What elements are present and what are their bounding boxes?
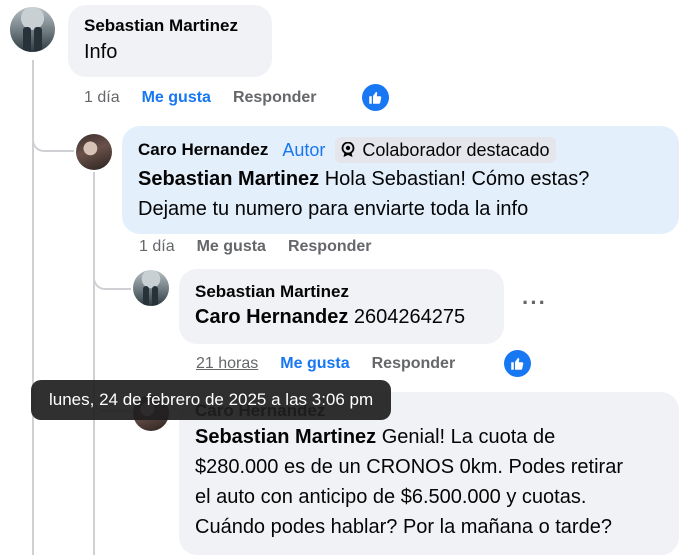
comment-text-line: Genial! La cuota de — [376, 426, 556, 448]
mention-link[interactable]: Caro Hernandez — [195, 306, 348, 328]
comment-bubble: Sebastian Martinez Caro Hernandez 260426… — [179, 269, 504, 344]
avatar[interactable] — [10, 7, 55, 52]
author-tag: Autor — [282, 140, 326, 160]
avatar-figure — [152, 286, 158, 306]
more-options-button[interactable]: ··· — [522, 290, 547, 316]
comment-text-line: Dejame tu numero para enviarte toda la i… — [138, 198, 529, 220]
comment-actions: 21 horas Me gusta Responder — [196, 355, 477, 373]
like-button[interactable]: Me gusta — [142, 89, 211, 107]
comment-text-value: 2604264275 — [348, 306, 466, 328]
badge-label: Colaborador destacado — [362, 140, 550, 160]
comment-text: Caro Hernandez 2604264275 — [195, 303, 488, 331]
thumbs-up-icon — [369, 91, 382, 104]
avatar-figure — [23, 27, 31, 52]
comment-author[interactable]: Sebastian Martinez — [195, 281, 488, 303]
avatar-figure — [34, 27, 42, 52]
comment-text-line: el auto con anticipo de $6.500.000 y cuo… — [195, 486, 587, 508]
reply-button[interactable]: Responder — [288, 238, 372, 256]
comment-actions: 1 día Me gusta Responder — [84, 89, 339, 107]
comment-text-line: Hola Sebastian! Cómo estas? — [319, 168, 590, 190]
comment-text: Info — [84, 41, 118, 63]
comment-author[interactable]: Caro Hernandez — [138, 139, 268, 161]
thread-elbow-2 — [93, 260, 131, 290]
like-button[interactable]: Me gusta — [280, 355, 349, 373]
top-contributor-badge[interactable]: Colaborador destacado — [335, 137, 556, 163]
comment-time[interactable]: 1 día — [84, 89, 120, 107]
comment-text: Sebastian Martinez Hola Sebastian! Cómo … — [138, 164, 663, 194]
comment-header: Caro Hernandez Autor Colaborador destaca… — [138, 136, 663, 164]
thread-line-reply — [93, 172, 95, 555]
comment-actions: 1 día Me gusta Responder — [139, 238, 394, 256]
comment-text: Sebastian Martinez Genial! La cuota de — [195, 422, 663, 452]
thumbs-up-icon — [511, 357, 524, 370]
timestamp-tooltip: lunes, 24 de febrero de 2025 a las 3:06 … — [31, 380, 392, 420]
mention-link[interactable]: Sebastian Martinez — [138, 168, 319, 190]
comment-bubble-highlighted: Caro Hernandez Autor Colaborador destaca… — [122, 126, 679, 234]
reply-button[interactable]: Responder — [372, 355, 456, 373]
reply-button[interactable]: Responder — [233, 89, 317, 107]
avatar[interactable] — [133, 270, 169, 306]
comment-time[interactable]: 1 día — [139, 238, 175, 256]
comment-text-line: $280.000 es de un CRONOS 0km. Podes reti… — [195, 456, 623, 478]
mention-link[interactable]: Sebastian Martinez — [195, 426, 376, 448]
like-button[interactable]: Me gusta — [197, 238, 266, 256]
comment-time[interactable]: 21 horas — [196, 355, 258, 373]
avatar-figure — [143, 286, 149, 306]
avatar[interactable] — [76, 134, 112, 170]
comment-author[interactable]: Sebastian Martinez — [84, 15, 256, 37]
like-reaction-badge[interactable] — [362, 84, 389, 111]
star-badge-icon — [342, 142, 355, 157]
comment-bubble: Sebastian Martinez Info — [68, 5, 272, 77]
thread-elbow-1 — [32, 120, 74, 152]
like-reaction-badge[interactable] — [504, 350, 531, 377]
comment-text-line: Cuándo podes hablar? Por la mañana o tar… — [195, 516, 612, 538]
